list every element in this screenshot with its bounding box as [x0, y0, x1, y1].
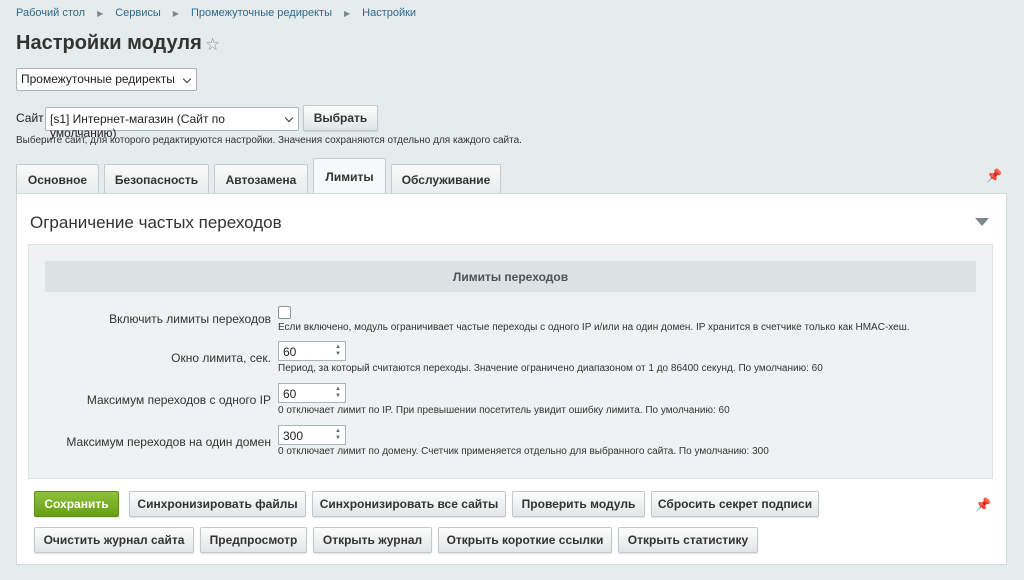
field-hint-enable-limits: Если включено, модуль ограничивает часты…: [278, 322, 910, 333]
save-button[interactable]: Сохранить: [34, 491, 119, 517]
collapse-arrow-icon[interactable]: [975, 218, 989, 226]
site-select[interactable]: [s1] Интернет-магазин (Сайт по умолчанию…: [45, 107, 299, 140]
preview-button[interactable]: Предпросмотр: [200, 527, 307, 553]
site-label: Сайт: [16, 111, 44, 125]
breadcrumb-separator-icon: ▶: [343, 8, 351, 18]
breadcrumb-separator-icon: ▶: [172, 8, 179, 18]
pin-buttons-icon[interactable]: 📌: [975, 497, 991, 513]
tab-maintenance[interactable]: Обслуживание: [391, 164, 501, 194]
chevron-down-icon: [182, 74, 192, 84]
field-label-window: Окно лимита, сек.: [171, 351, 271, 365]
spinner-icon[interactable]: ▲ ▼: [333, 428, 343, 442]
breadcrumb: Рабочий стол ▶ Сервисы ▶ Промежуточные р…: [16, 7, 416, 19]
module-select[interactable]: Промежуточные редиректы: [16, 68, 197, 91]
group-title: Лимиты переходов: [45, 261, 976, 292]
pin-tabs-icon[interactable]: 📌: [986, 168, 1002, 184]
choose-site-button[interactable]: Выбрать: [303, 105, 378, 131]
sync-files-button[interactable]: Синхронизировать файлы: [129, 491, 306, 517]
breadcrumb-desktop[interactable]: Рабочий стол: [16, 7, 85, 19]
site-hint: Выберите сайт, для которого редактируютс…: [16, 135, 522, 146]
tab-basic[interactable]: Основное: [16, 164, 99, 194]
limits-group: Лимиты переходов Включить лимиты переход…: [28, 244, 993, 479]
reset-secret-button[interactable]: Сбросить секрет подписи: [651, 491, 819, 517]
page-title: Настройки модуля: [16, 32, 202, 54]
open-log-button[interactable]: Открыть журнал: [313, 527, 432, 553]
favorite-star-icon[interactable]: ☆: [205, 35, 220, 55]
spinner-icon[interactable]: ▲ ▼: [333, 344, 343, 358]
tab-security[interactable]: Безопасность: [104, 164, 209, 194]
field-label-max-ip: Максимум переходов с одного IP: [86, 393, 271, 407]
sync-all-sites-button[interactable]: Синхронизировать все сайты: [312, 491, 506, 517]
window-seconds-value: 60: [283, 345, 297, 359]
tab-limits[interactable]: Лимиты: [313, 158, 386, 194]
max-per-ip-value: 60: [283, 387, 297, 401]
breadcrumb-redirects[interactable]: Промежуточные редиректы: [191, 7, 332, 19]
field-label-enable-limits: Включить лимиты переходов: [109, 312, 271, 326]
breadcrumb-services[interactable]: Сервисы: [115, 7, 161, 19]
chevron-down-icon: [284, 113, 294, 123]
field-hint-max-ip: 0 отключает лимит по IP. При превышении …: [278, 405, 730, 416]
module-select-value: Промежуточные редиректы: [21, 72, 175, 86]
open-stats-button[interactable]: Открыть статистику: [618, 527, 758, 553]
section-title: Ограничение частых переходов: [30, 213, 282, 232]
tab-autoreplace[interactable]: Автозамена: [214, 164, 308, 194]
breadcrumb-separator-icon: ▶: [97, 8, 104, 18]
enable-limits-checkbox[interactable]: [278, 306, 291, 319]
spinner-icon[interactable]: ▲ ▼: [333, 386, 343, 400]
settings-panel: Ограничение частых переходов Лимиты пере…: [16, 193, 1007, 565]
field-hint-max-domain: 0 отключает лимит по домену. Счетчик при…: [278, 446, 769, 457]
check-module-button[interactable]: Проверить модуль: [512, 491, 645, 517]
max-per-domain-value: 300: [283, 429, 304, 443]
open-short-links-button[interactable]: Открыть короткие ссылки: [438, 527, 612, 553]
max-per-ip-input[interactable]: 60 ▲ ▼: [278, 383, 346, 403]
max-per-domain-input[interactable]: 300 ▲ ▼: [278, 425, 346, 445]
field-label-max-domain: Максимум переходов на один домен: [66, 435, 271, 449]
breadcrumb-settings[interactable]: Настройки: [362, 7, 416, 19]
window-seconds-input[interactable]: 60 ▲ ▼: [278, 341, 346, 361]
clear-site-log-button[interactable]: Очистить журнал сайта: [34, 527, 194, 553]
field-hint-window: Период, за который считаются переходы. З…: [278, 363, 823, 374]
